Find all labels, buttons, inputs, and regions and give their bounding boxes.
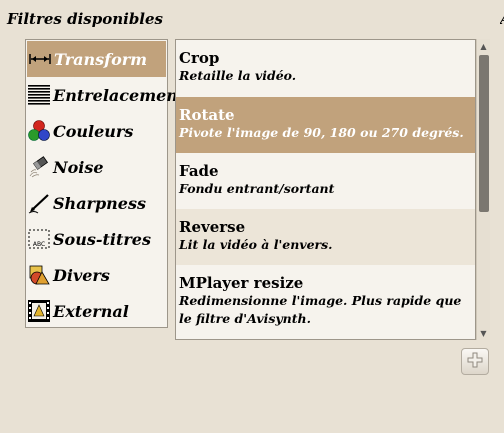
category-label: External	[53, 301, 129, 321]
svg-text:ABC: ABC	[33, 241, 45, 248]
category-label: Noise	[53, 157, 104, 177]
filter-name: Rotate	[179, 106, 235, 124]
filter-fade[interactable]: Fade Fondu entrant/sortant	[176, 153, 475, 209]
category-label: Couleurs	[53, 121, 134, 141]
sharpness-pen-icon	[27, 191, 51, 215]
category-list: Transform Entrelacement Couleurs Noise S…	[25, 39, 185, 329]
scroll-up-arrow-icon[interactable]: ▲	[477, 39, 490, 53]
scroll-thumb[interactable]	[479, 55, 489, 212]
filter-description: Lit la vidéo à l'envers.	[179, 237, 333, 252]
filter-description: Retaille la vidéo.	[179, 68, 297, 83]
filter-name: Fade	[179, 162, 219, 180]
subtitles-icon: ABC	[27, 227, 51, 251]
panel-title: Filtres disponibles	[7, 10, 163, 28]
category-couleurs[interactable]: Couleurs	[26, 113, 167, 149]
filter-list-scrollbar[interactable]: ▲ ▼	[476, 39, 490, 340]
add-filter-button[interactable]	[461, 348, 489, 375]
filter-description: Redimensionne l'image. Plus rapide que l…	[179, 293, 462, 326]
category-label: Sous-titres	[53, 229, 151, 249]
filter-list: Crop Retaille la vidéo. Rotate Pivote l'…	[175, 39, 476, 340]
category-label: Transform	[54, 49, 148, 69]
noise-eraser-icon	[27, 155, 51, 179]
category-transform[interactable]: Transform	[27, 41, 166, 77]
filter-crop[interactable]: Crop Retaille la vidéo.	[176, 40, 475, 97]
filter-name: Reverse	[179, 218, 246, 236]
filter-name: MPlayer resize	[179, 274, 304, 292]
filter-rotate[interactable]: Rotate Pivote l'image de 90, 180 ou 270 …	[176, 97, 475, 153]
category-divers[interactable]: Divers	[26, 257, 167, 293]
filter-description: Fondu entrant/sortant	[179, 181, 335, 196]
transform-arrow-icon	[28, 47, 52, 71]
filter-reverse[interactable]: Reverse Lit la vidéo à l'envers.	[176, 209, 475, 265]
interlace-lines-icon	[27, 83, 51, 107]
category-label: Entrelacement	[53, 85, 186, 105]
category-external[interactable]: External	[26, 293, 167, 329]
filter-mplayer-resize[interactable]: MPlayer resize Redimensionne l'image. Pl…	[176, 265, 475, 339]
scroll-down-arrow-icon[interactable]: ▼	[477, 326, 490, 340]
external-film-icon	[27, 299, 51, 323]
clipped-heading: A	[500, 10, 504, 28]
category-sharpness[interactable]: Sharpness	[26, 185, 167, 221]
category-entrelacement[interactable]: Entrelacement	[26, 77, 185, 113]
category-label: Divers	[53, 265, 110, 285]
category-noise[interactable]: Noise	[26, 149, 167, 185]
filter-name: Crop	[179, 49, 220, 67]
category-label: Sharpness	[53, 193, 146, 213]
plus-icon	[467, 352, 483, 372]
category-sous-titres[interactable]: ABC Sous-titres	[26, 221, 167, 257]
misc-shapes-icon	[27, 263, 51, 287]
filter-description: Pivote l'image de 90, 180 ou 270 degrés.	[179, 125, 464, 140]
color-balls-icon	[27, 119, 51, 143]
